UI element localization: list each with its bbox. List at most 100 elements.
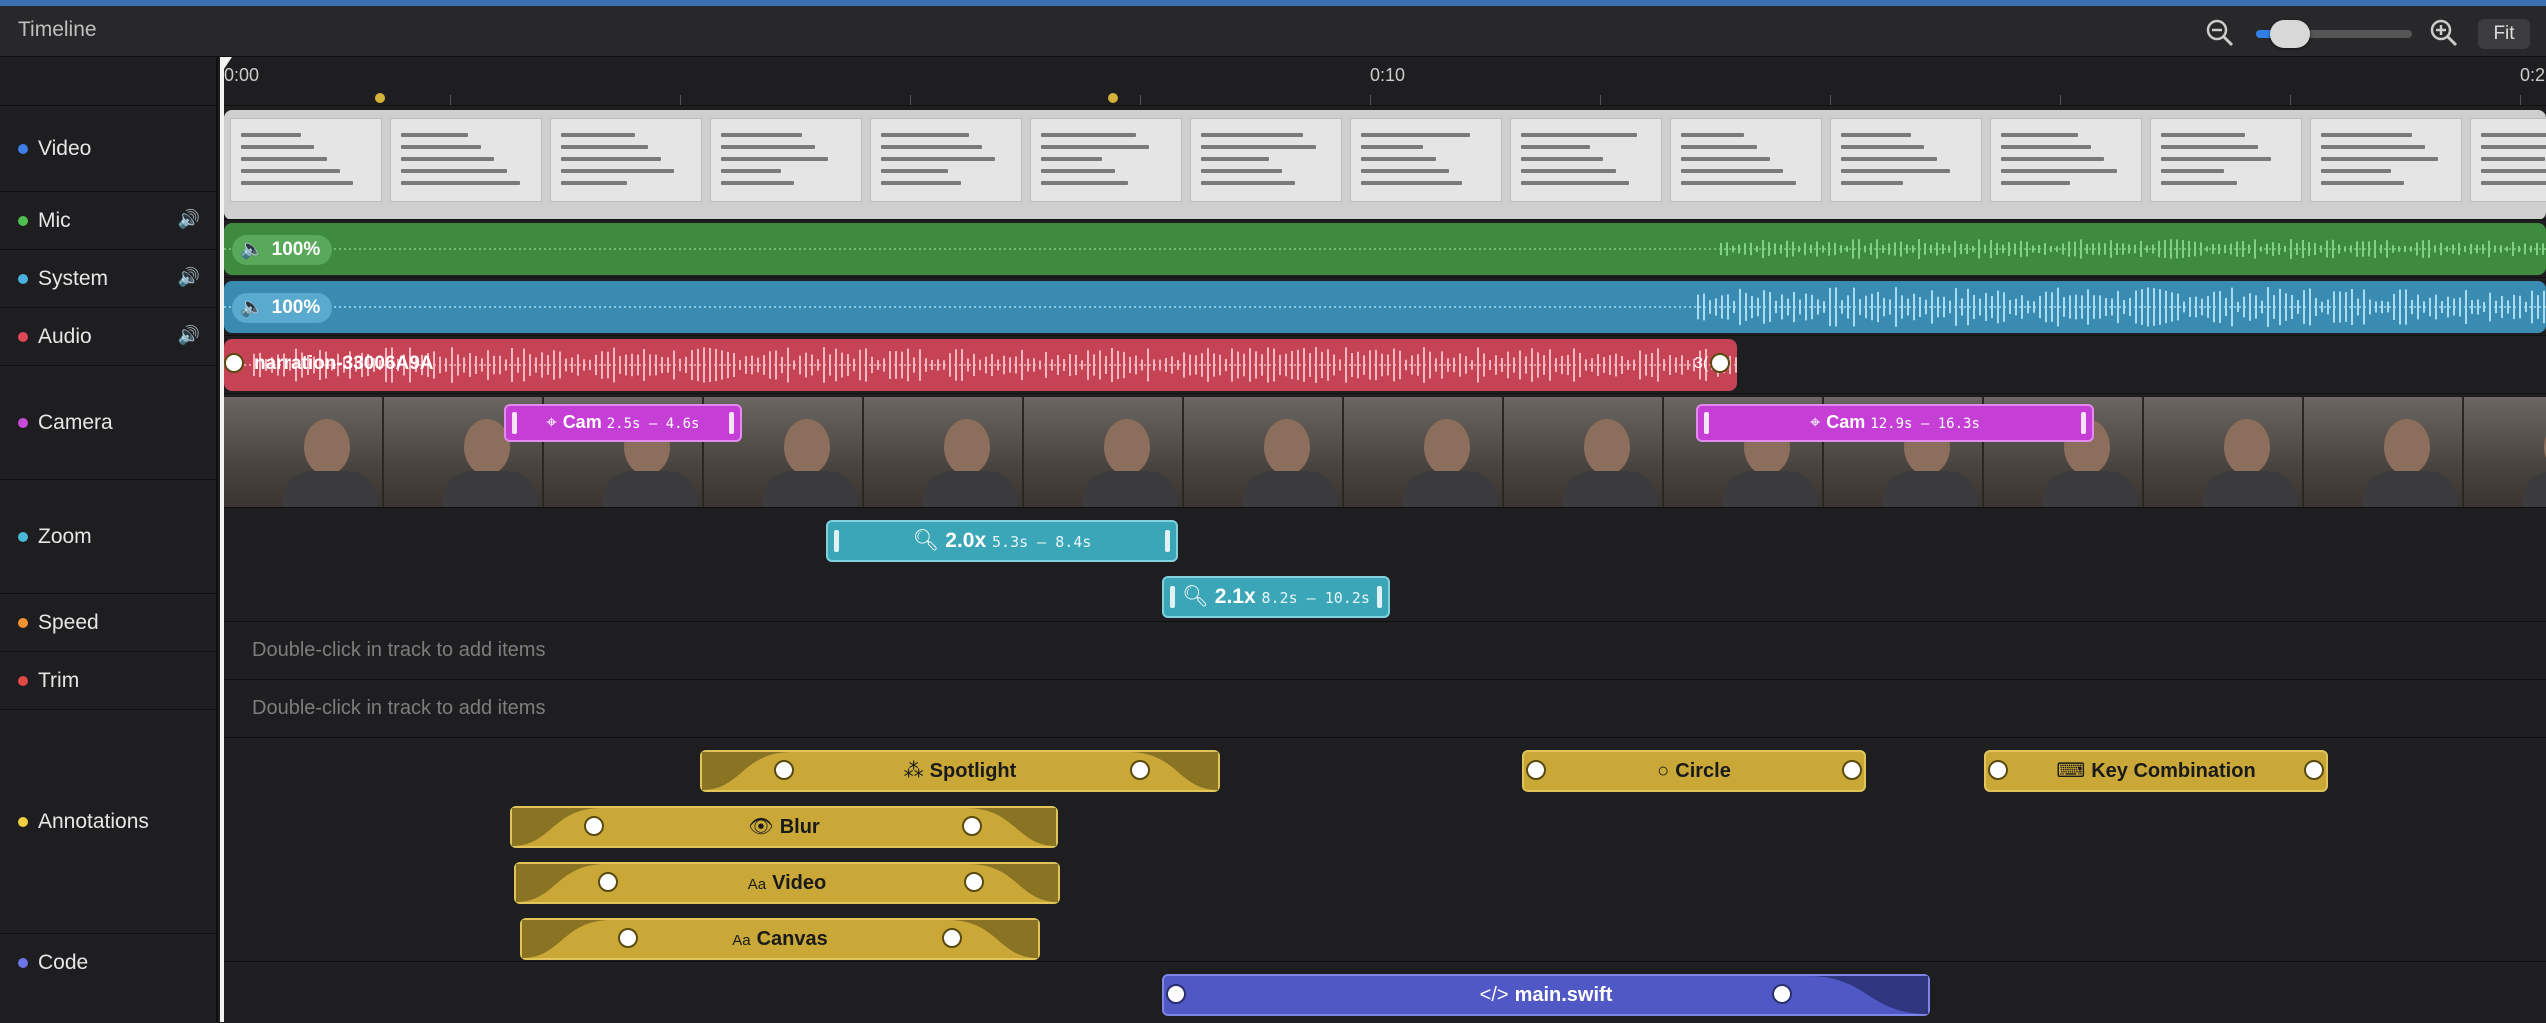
playhead-handle[interactable] [220,57,232,75]
track-color-dot [18,676,28,686]
code-fade-out-handle[interactable] [1772,984,1792,1004]
track-label-system: System 🔊 [0,249,216,308]
track-color-dot [18,332,28,342]
code-fade-in-handle[interactable] [1166,984,1186,1004]
zoom-item[interactable]: 🔍︎ 2.0x 5.3s – 8.4s [826,520,1178,562]
speaker-icon[interactable]: 🔊 [178,325,200,346]
annotation-fade-out-handle[interactable] [1842,760,1862,780]
zoom-lane[interactable]: 🔍︎ 2.0x 5.3s – 8.4s 🔍︎ 2.1x 8.2s – 10.2s [222,507,2546,622]
time-ruler[interactable]: 0:00 0:10 0:2 [220,57,2546,105]
audio-clip[interactable]: narration-33006A9A 3( [224,339,1737,391]
annotation-fade-in-handle[interactable] [774,760,794,780]
track-color-dot [18,817,28,827]
annotation-label: Video [772,872,827,894]
track-label-text: Video [38,137,92,160]
code-icon: </> [1479,984,1509,1006]
audio-trim-end-handle[interactable] [1710,353,1730,373]
camera-marker-label: Cam [1826,412,1866,432]
annotation-item-blur[interactable]: 👁︎ Blur [510,806,1058,848]
annotation-item-spotlight[interactable]: ⁂ Spotlight [700,750,1220,792]
video-thumbnail [870,118,1022,202]
system-clip[interactable]: 🔈 100% [224,281,2546,333]
video-thumbnail [1350,118,1502,202]
camera-marker[interactable]: ⌖ Cam 12.9s – 16.3s [1696,404,2094,442]
video-thumbnail [2310,118,2462,202]
annotations-lane[interactable]: ⁂ Spotlight ○ Circle ⌨ Key Combination 👁︎ Bl… [222,737,2546,962]
timeline-marker[interactable] [375,93,385,103]
annotation-fade-out-handle[interactable] [1130,760,1150,780]
annotation-fade-out-handle[interactable] [964,872,984,892]
fit-button[interactable]: Fit [2478,19,2530,49]
track-color-dot [18,532,28,542]
track-label-code: Code [0,933,216,992]
annotation-fade-in-handle[interactable] [584,816,604,836]
camera-thumbnail [1024,397,1184,507]
annotation-fade-out-handle[interactable] [942,928,962,948]
annotation-fade-in-handle[interactable] [618,928,638,948]
track-label-text: Zoom [38,525,92,548]
camera-thumbnail [224,397,384,507]
track-label-text: Annotations [38,810,149,833]
video-thumbnail [550,118,702,202]
annotation-fade-in-handle[interactable] [1526,760,1546,780]
mic-volume-pill[interactable]: 🔈 100% [232,235,332,265]
volume-icon: 🔈 [240,297,264,318]
annotation-fade-out-handle[interactable] [962,816,982,836]
timeline-header: Timeline Fit [0,6,2546,57]
zoom-level: 2.1x [1214,585,1256,608]
trim-lane[interactable]: Double-click in track to add items [222,679,2546,738]
annotation-fade-in-handle[interactable] [598,872,618,892]
annotation-label: Blur [779,816,820,838]
track-label-text: Code [38,951,89,974]
playhead[interactable] [220,57,224,1022]
video-thumbnail [1830,118,1982,202]
zoom-out-icon[interactable] [2205,18,2235,48]
audio-trim-start-handle[interactable] [224,353,244,373]
track-color-dot [18,274,28,284]
zoom-in-icon[interactable] [2429,18,2459,48]
zoom-item[interactable]: 🔍︎ 2.1x 8.2s – 10.2s [1162,576,1390,618]
zoom-level: 2.0x [945,529,987,552]
mic-lane[interactable]: 🔈 100% [222,219,2546,278]
audio-clip-name: narration-33006A9A [254,353,434,374]
annotation-label: Spotlight [929,760,1017,782]
annotation-item-key-combination[interactable]: ⌨ Key Combination [1984,750,2328,792]
camera-thumbnail [1184,397,1344,507]
zoom-slider-thumb[interactable] [2270,20,2310,48]
code-item[interactable]: </> main.swift [1162,974,1930,1016]
keyboard-icon: ⌨ [2056,760,2086,782]
video-lane[interactable] [222,105,2546,220]
camera-lane[interactable]: ⌖ Cam 2.5s – 4.6s ⌖ Cam 12.9s – 16.3s [222,393,2546,508]
annotation-fade-in-handle[interactable] [1988,760,2008,780]
timeline-marker[interactable] [1108,93,1118,103]
audio-clip-tail: 3( [1694,355,1709,372]
track-label-mic: Mic 🔊 [0,191,216,250]
zoom-range: 8.2s – 10.2s [1261,589,1370,607]
video-clip[interactable] [224,110,2546,220]
video-thumbnail [710,118,862,202]
trim-empty-hint: Double-click in track to add items [252,697,546,719]
annotation-fade-out-handle[interactable] [2304,760,2324,780]
track-label-zoom: Zoom [0,479,216,594]
camera-marker[interactable]: ⌖ Cam 2.5s – 4.6s [504,404,742,442]
track-label-annotations: Annotations [0,709,216,934]
camera-thumbnail [2464,397,2546,507]
speed-lane[interactable]: Double-click in track to add items [222,621,2546,680]
ruler-label: 0:10 [1370,65,1406,85]
speaker-icon[interactable]: 🔊 [178,267,200,288]
track-label-text: Speed [38,611,99,634]
speaker-icon[interactable]: 🔊 [178,209,200,230]
location-pin-icon: ⌖ [1810,412,1821,432]
annotation-item-canvas[interactable]: Aa Canvas [520,918,1040,960]
camera-marker-range: 12.9s – 16.3s [1870,416,1980,432]
system-lane[interactable]: 🔈 100% [222,277,2546,336]
system-volume-pill[interactable]: 🔈 100% [232,293,332,323]
annotation-item-circle[interactable]: ○ Circle [1522,750,1866,792]
mic-clip[interactable]: 🔈 100% [224,223,2546,275]
code-lane[interactable]: </> main.swift [222,961,2546,1023]
annotation-item-video[interactable]: Aa Video [514,862,1060,904]
spotlight-icon: ⁂ [903,760,924,782]
location-pin-icon: ⌖ [546,412,557,432]
audio-lane[interactable]: narration-33006A9A 3( [222,335,2546,394]
camera-thumbnail [864,397,1024,507]
